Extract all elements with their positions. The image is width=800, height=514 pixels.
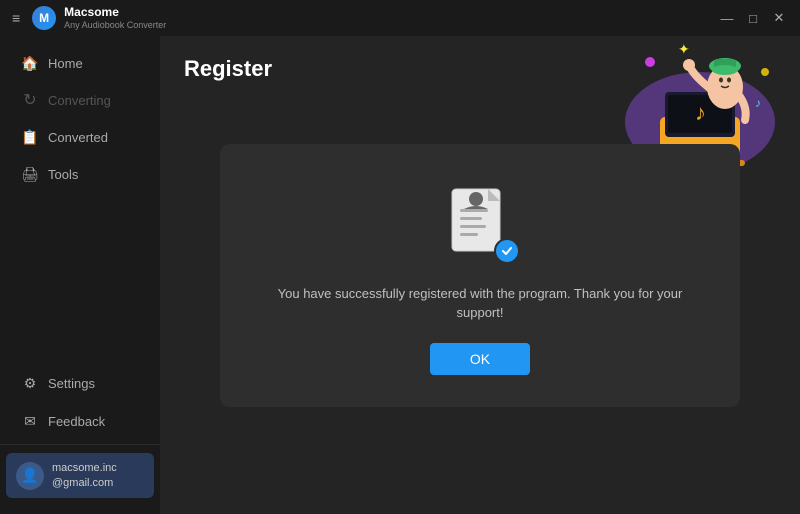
converted-icon: 📋 [22,129,38,145]
sidebar-label-converted: Converted [48,130,108,145]
sidebar-nav: 🏠 Home ↻ Converting 📋 Converted 🖨 Tools [0,44,160,204]
titlebar-left: ≡ M Macsome Any Audiobook Converter [12,5,166,30]
dialog-message: You have successfully registered with th… [260,284,700,323]
titlebar: ≡ M Macsome Any Audiobook Converter — □ … [0,0,800,36]
settings-icon: ⚙ [22,375,38,391]
maximize-button[interactable]: □ [744,9,762,27]
dialog-box: You have successfully registered with th… [220,144,740,407]
sidebar: 🏠 Home ↻ Converting 📋 Converted 🖨 Tools … [0,36,160,514]
sidebar-label-home: Home [48,56,83,71]
sidebar-item-home[interactable]: 🏠 Home [6,45,154,81]
main-layout: 🏠 Home ↻ Converting 📋 Converted 🖨 Tools … [0,36,800,514]
sidebar-label-feedback: Feedback [48,414,105,429]
close-button[interactable]: ✕ [770,9,788,27]
check-badge-icon [494,238,520,264]
user-name: macsome.inc [52,461,117,475]
feedback-icon: ✉ [22,413,38,429]
dialog-icon-wrapper [440,184,520,264]
sidebar-label-settings: Settings [48,376,95,391]
minimize-button[interactable]: — [718,9,736,27]
converting-icon: ↻ [22,92,38,108]
tools-icon: 🖨 [22,166,38,182]
sidebar-item-tools[interactable]: 🖨 Tools [6,156,154,192]
app-name-block: Macsome Any Audiobook Converter [64,5,166,30]
content-area: Register ♪ [160,36,800,514]
app-icon: M [32,6,56,30]
home-icon: 🏠 [22,55,38,71]
sidebar-item-settings[interactable]: ⚙ Settings [6,365,154,401]
user-email: @gmail.com [52,476,117,490]
app-name: Macsome [64,5,166,19]
titlebar-controls: — □ ✕ [718,9,788,27]
user-card[interactable]: 👤 macsome.inc @gmail.com [6,453,154,498]
sidebar-item-converting: ↻ Converting [6,82,154,118]
hamburger-icon[interactable]: ≡ [12,10,20,26]
user-info: macsome.inc @gmail.com [52,461,117,490]
avatar: 👤 [16,462,44,490]
sidebar-label-converting: Converting [48,93,111,108]
sidebar-label-tools: Tools [48,167,78,182]
sidebar-bottom: 👤 macsome.inc @gmail.com [0,444,160,506]
sidebar-item-feedback[interactable]: ✉ Feedback [6,403,154,439]
dialog-overlay: You have successfully registered with th… [160,36,800,514]
sidebar-item-converted[interactable]: 📋 Converted [6,119,154,155]
ok-button[interactable]: OK [430,343,530,375]
app-subtitle: Any Audiobook Converter [64,20,166,31]
